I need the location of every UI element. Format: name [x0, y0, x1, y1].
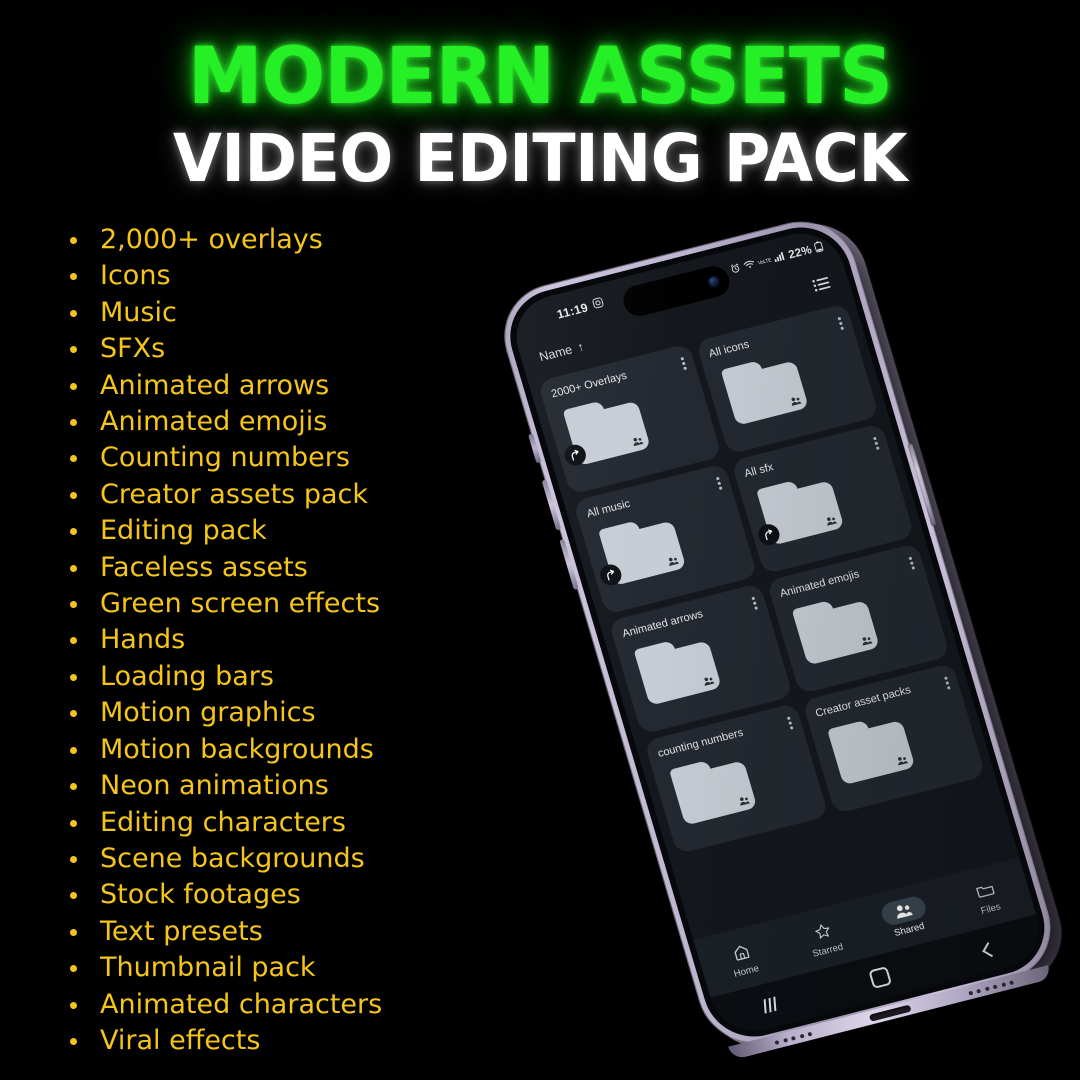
recents-icon[interactable]: [762, 996, 778, 1014]
list-item: 2,000+ overlays: [62, 222, 532, 258]
list-item: Motion backgrounds: [62, 732, 532, 768]
list-item: Viral effects: [62, 1023, 532, 1059]
folder-thumbnail: [597, 512, 687, 588]
home-icon: [716, 935, 765, 968]
list-item: Editing pack: [62, 513, 532, 549]
folder-thumbnail: [720, 352, 809, 426]
list-item: Neon animations: [62, 768, 532, 804]
list-item: Loading bars: [62, 659, 532, 695]
folder-icon: [960, 873, 1009, 906]
nav-item-files[interactable]: Files: [952, 871, 1023, 922]
folder-menu-button[interactable]: [873, 434, 880, 450]
signal-icon: [773, 251, 787, 265]
list-item: Icons: [62, 258, 532, 294]
list-view-icon[interactable]: [812, 276, 833, 296]
folder-icon: [826, 711, 915, 786]
list-item: Hands: [62, 622, 532, 658]
list-item: Animated characters: [62, 987, 532, 1023]
folder-icon: [720, 352, 809, 426]
headline-secondary: VIDEO EDITING PACK: [172, 119, 908, 197]
volte-label: VoLTE: [757, 256, 773, 266]
folder-menu-button[interactable]: [837, 314, 845, 330]
list-item: Creator assets pack: [62, 477, 532, 513]
list-item: Green screen effects: [62, 586, 532, 622]
status-time: 11:19: [555, 300, 590, 322]
list-item: Animated emojis: [62, 404, 532, 440]
phone-mockup: 11:19 VoLTE 22% Name ↑ 2000+ Overlays Al…: [492, 206, 1080, 1067]
folder-thumbnail: [562, 392, 651, 468]
list-item: Motion graphics: [62, 695, 532, 731]
folder-thumbnail: [791, 591, 880, 666]
nav-item-shared[interactable]: Shared: [870, 892, 941, 943]
front-camera-icon: [708, 276, 720, 288]
folder-menu-button[interactable]: [750, 594, 758, 610]
home-square-icon[interactable]: [868, 965, 892, 989]
folder-thumbnail: [826, 711, 915, 786]
nav-item-home[interactable]: Home: [707, 933, 778, 984]
folder-thumbnail: [669, 751, 758, 826]
folder-thumbnail: [633, 632, 722, 706]
nav-label: Files: [979, 900, 1002, 917]
nav-item-starred[interactable]: Starred: [789, 912, 860, 963]
list-item: Text presets: [62, 914, 532, 950]
volte-icon: VoLTE: [757, 256, 773, 266]
headline-block: MODERN ASSETS VIDEO EDITING PACK: [0, 32, 1080, 197]
list-item: SFXs: [62, 331, 532, 367]
battery-icon: [813, 240, 825, 255]
list-item: Faceless assets: [62, 550, 532, 586]
battery-percent: 22%: [787, 244, 814, 262]
list-item: Scene backgrounds: [62, 841, 532, 877]
list-item: Editing characters: [62, 805, 532, 841]
list-item: Music: [62, 295, 532, 331]
folder-menu-button[interactable]: [715, 474, 722, 490]
screen-record-icon: [591, 296, 606, 312]
folder-menu-button[interactable]: [908, 554, 916, 570]
sort-label: Name: [537, 342, 574, 365]
sort-control[interactable]: Name ↑: [538, 339, 586, 364]
list-item: Counting numbers: [62, 440, 532, 476]
folder-menu-button[interactable]: [786, 714, 793, 730]
folder-icon: [633, 632, 722, 706]
list-item: Thumbnail pack: [62, 950, 532, 986]
wifi-icon: [742, 259, 756, 273]
alarm-icon: [729, 262, 742, 277]
phone-frame: 11:19 VoLTE 22% Name ↑ 2000+ Overlays Al…: [492, 210, 1063, 1061]
folder-thumbnail: [755, 472, 844, 548]
poster-canvas: MODERN ASSETS VIDEO EDITING PACK 2,000+ …: [0, 0, 1080, 1080]
back-chevron-icon[interactable]: [982, 941, 998, 957]
sort-arrow-icon: ↑: [575, 339, 586, 355]
headline-primary: MODERN ASSETS: [187, 32, 893, 122]
list-item: Animated arrows: [62, 368, 532, 404]
list-item: Stock footages: [62, 877, 532, 913]
folder-menu-button[interactable]: [944, 674, 951, 690]
folder-icon: [791, 591, 880, 666]
folder-icon: [669, 751, 758, 826]
feature-list: 2,000+ overlays Icons Music SFXs Animate…: [62, 222, 532, 1059]
folder-menu-button[interactable]: [679, 354, 687, 370]
nav-label: Home: [732, 962, 761, 980]
